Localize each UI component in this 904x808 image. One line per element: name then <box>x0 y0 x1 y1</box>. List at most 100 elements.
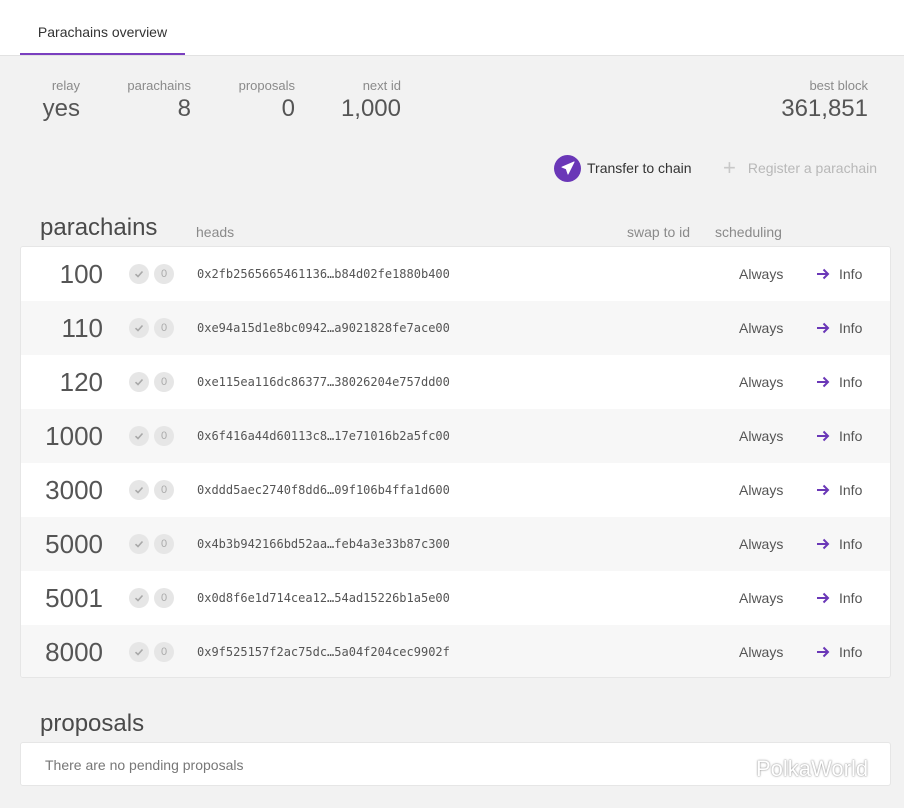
arrow-right-icon <box>817 322 830 334</box>
summary-next-id: next id 1,000 <box>321 78 401 123</box>
scheduling-value: Always <box>739 644 784 660</box>
info-button[interactable]: Info <box>816 301 862 355</box>
info-button[interactable]: Info <box>816 517 862 571</box>
parachains-label: parachains <box>127 78 191 93</box>
arrow-right-icon <box>817 376 830 388</box>
info-button[interactable]: Info <box>816 625 863 677</box>
summary-best-block: best block 361,851 <box>748 78 868 123</box>
parachain-id: 110 <box>61 313 103 343</box>
count-badge: 0 <box>154 318 174 338</box>
plus-icon: + <box>723 155 736 180</box>
next-id-value: 1,000 <box>340 95 401 122</box>
head-hash: 0x4b3b942166bd52aa…feb4a3e33b87c300 <box>197 537 450 551</box>
info-label: Info <box>839 536 863 552</box>
scheduling-value: Always <box>739 590 784 606</box>
tab-parachains-overview[interactable]: Parachains overview <box>20 0 185 55</box>
parachain-id: 1000 <box>45 421 103 451</box>
scheduling-value: Always <box>739 482 784 498</box>
proposals-value: 0 <box>281 95 295 122</box>
head-hash: 0x0d8f6e1d714cea12…54ad15226b1a5e00 <box>197 591 450 605</box>
summary-proposals: proposals 0 <box>225 78 295 123</box>
next-id-label: next id <box>362 78 401 93</box>
info-button[interactable]: Info <box>816 571 862 625</box>
watermark-text: PolkaWorld <box>756 756 869 781</box>
table-row: 1000 0 0x6f416a44d60113c8…17e71016b2a5fc00… <box>21 409 890 463</box>
info-label: Info <box>839 482 863 498</box>
info-button[interactable]: Info <box>816 247 862 301</box>
count-badge: 0 <box>154 426 174 446</box>
scheduling-value: Always <box>739 428 784 444</box>
parachain-id: 5001 <box>45 583 103 613</box>
summary-parachains: parachains 8 <box>120 78 191 123</box>
arrow-right-icon <box>817 268 830 280</box>
table-row: 110 0 0xe94a15d1e8bc0942…a9021828fe7ace00 A… <box>21 301 890 355</box>
arrow-right-icon <box>817 538 830 550</box>
check-icon <box>129 534 149 554</box>
wechat-icon <box>721 758 749 780</box>
scheduling-value: Always <box>739 374 784 390</box>
count-badge: 0 <box>154 372 174 392</box>
table-row: 100 0 0x2fb2565665461136…b84d02fe1880b400 A… <box>21 247 890 301</box>
proposals-label: proposals <box>238 78 295 93</box>
transfer-to-chain-button[interactable]: Transfer to chain <box>554 153 692 183</box>
info-label: Info <box>839 590 863 606</box>
info-button[interactable]: Info <box>816 463 862 517</box>
register-label: Register a parachain <box>747 160 878 176</box>
check-icon <box>129 264 149 284</box>
arrow-right-icon <box>817 430 830 442</box>
scheduling-value: Always <box>739 266 784 282</box>
head-hash: 0xe94a15d1e8bc0942…a9021828fe7ace00 <box>197 321 450 335</box>
info-label: Info <box>839 428 863 444</box>
table-row: 5000 0 0x4b3b942166bd52aa…feb4a3e33b87c300… <box>21 517 890 571</box>
parachains-value: 8 <box>177 95 191 122</box>
no-proposals-text: There are no pending proposals <box>45 757 244 773</box>
arrow-right-icon <box>817 484 830 496</box>
parachains-title: parachains <box>40 214 158 241</box>
info-label: Info <box>839 266 863 282</box>
table-row: 8000 0 0x9f525157f2ac75dc…5a04f204cec9902f… <box>21 625 890 677</box>
check-icon <box>129 480 149 500</box>
summary-relay: relay yes <box>40 78 80 123</box>
count-badge: 0 <box>154 480 174 500</box>
head-hash: 0xddd5aec2740f8dd6…09f106b4ffa1d600 <box>197 483 450 497</box>
check-icon <box>129 426 149 446</box>
relay-label: relay <box>51 78 80 93</box>
scheduling-value: Always <box>739 536 784 552</box>
best-block-label: best block <box>809 78 868 93</box>
parachain-id: 100 <box>59 259 103 289</box>
info-label: Info <box>839 374 863 390</box>
head-hash: 0xe115ea116dc86377…38026204e757dd00 <box>197 375 450 389</box>
table-row: 5001 0 0x0d8f6e1d714cea12…54ad15226b1a5e00… <box>21 571 890 625</box>
check-icon <box>129 588 149 608</box>
arrow-right-icon <box>817 592 830 604</box>
head-hash: 0x2fb2565665461136…b84d02fe1880b400 <box>197 267 450 281</box>
table-row: 3000 0 0xddd5aec2740f8dd6…09f106b4ffa1d600… <box>21 463 890 517</box>
head-hash: 0x6f416a44d60113c8…17e71016b2a5fc00 <box>197 429 450 443</box>
arrow-right-icon <box>817 646 830 658</box>
relay-value: yes <box>42 95 80 122</box>
check-icon <box>129 318 149 338</box>
table-row: 120 0 0xe115ea116dc86377…38026204e757dd00 A… <box>21 355 890 409</box>
check-icon <box>129 372 149 392</box>
parachain-id: 8000 <box>45 637 103 667</box>
count-badge: 0 <box>154 534 174 554</box>
swap-to-id-header: swap to id <box>627 224 691 240</box>
info-button[interactable]: Info <box>816 409 862 463</box>
best-block-value: 361,851 <box>781 95 868 122</box>
info-label: Info <box>839 644 863 660</box>
paper-plane-icon <box>554 154 581 182</box>
top-bar: Parachains overview <box>0 0 904 56</box>
info-label: Info <box>839 320 863 336</box>
watermark: PolkaWorld <box>720 756 868 782</box>
transfer-label: Transfer to chain <box>587 160 692 176</box>
scheduling-value: Always <box>739 320 784 336</box>
info-button[interactable]: Info <box>816 355 862 409</box>
check-icon <box>129 642 149 662</box>
parachain-id: 5000 <box>45 529 103 559</box>
register-parachain-button[interactable]: + Register a parachain <box>723 153 877 183</box>
heads-header: heads <box>196 224 235 240</box>
parachain-id: 3000 <box>45 475 103 505</box>
parachains-table: 100 0 0x2fb2565665461136…b84d02fe1880b400 A… <box>20 246 891 678</box>
proposals-title: proposals <box>40 710 145 737</box>
scheduling-header: scheduling <box>715 224 782 240</box>
